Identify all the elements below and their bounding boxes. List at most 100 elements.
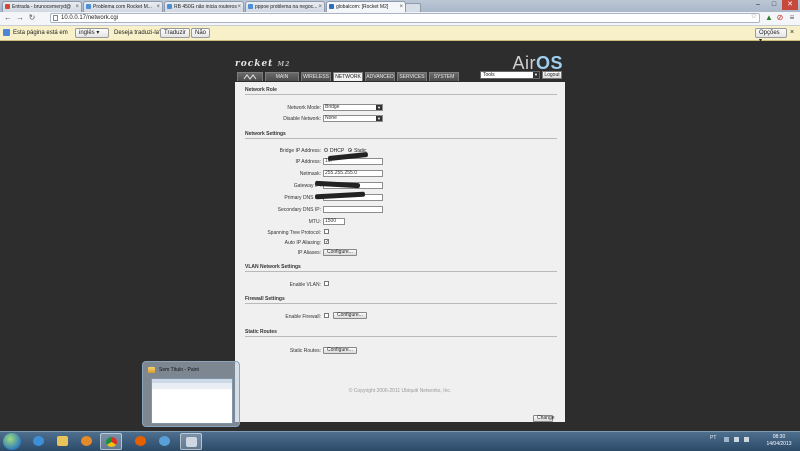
block-icon[interactable]: ⊘ [775,13,785,23]
browser-tab[interactable]: Entrada - brunocemeryd@ × [2,1,82,12]
section-divider [245,336,557,337]
chevron-down-icon: ▼ [376,105,382,110]
static-routes-configure-button[interactable]: Configure... [323,347,357,354]
back-icon[interactable]: ← [3,13,13,23]
ubiquiti-icon [243,74,257,80]
browser-tab-active[interactable]: globalcom: [Rocket M2] × [326,1,406,12]
tab-advanced[interactable]: ADVANCED [365,72,395,81]
clock[interactable]: 08:30 14/04/2013 [760,434,798,448]
dhcp-label: DHCP [330,148,345,154]
browser-tab-label: pppoe problema na negoc... [255,4,318,10]
network-settings-panel: Network Role Network Mode: Bridge ▼ Disa… [235,82,565,422]
media-player-icon[interactable] [76,433,98,450]
enable-firewall-checkbox[interactable] [324,313,329,318]
tab-system[interactable]: SYSTEM [429,72,459,81]
static-radio[interactable] [348,148,352,152]
stp-checkbox[interactable] [324,229,329,234]
minimize-button[interactable]: – [750,0,766,10]
tab-services[interactable]: SERVICES [397,72,427,81]
bookmark-star-icon[interactable]: ☆ [751,13,757,21]
language-value: inglês [79,30,95,36]
close-bar-icon[interactable]: × [790,26,794,40]
firefox-icon[interactable] [130,433,152,450]
tab-main[interactable]: MAIN [265,72,299,81]
ie-icon[interactable] [28,433,50,450]
airos-favicon-icon [329,4,334,9]
auto-ip-checkbox[interactable]: ✓ [324,239,329,245]
translate-question: Deseja traduzi-la? [114,30,163,36]
tools-select[interactable]: Tools ▼ [480,71,540,79]
forum-icon [167,4,172,9]
close-tab-icon[interactable]: × [156,2,160,12]
dhcp-radio[interactable] [324,148,328,152]
tab-wireless[interactable]: WIRELESS [301,72,331,81]
extension-icon[interactable]: ▲ [764,13,774,23]
language-select[interactable]: inglês ▾ [75,28,109,38]
paint-icon [148,367,155,373]
close-tab-icon[interactable]: × [75,2,79,12]
clock-time: 08:30 [772,434,786,440]
section-divider [245,138,557,139]
folder-icon[interactable] [52,433,74,450]
browser-tab[interactable]: Problema com Rocket M... × [83,1,163,12]
language-indicator[interactable]: PT [710,435,716,441]
disable-network-select[interactable]: None ▼ [323,115,383,122]
no-button[interactable]: Não [191,28,211,38]
brand-model-text: M2 [277,61,291,68]
paint-taskbar-icon[interactable] [180,433,202,450]
preview-ribbon [152,383,232,389]
options-button[interactable]: Opções ▾ [755,28,787,44]
close-tab-icon[interactable]: × [237,2,241,12]
copyright-text: © Copyright 2006-2011 Ubiquiti Networks,… [348,388,452,394]
section-title-network-settings: Network Settings [245,131,286,137]
firewall-configure-button[interactable]: Configure... [333,312,367,319]
tray-flag-icon[interactable] [724,437,729,442]
disable-network-value: None [325,115,337,121]
netmask-input[interactable]: 255.255.255.0 [323,170,383,177]
start-button[interactable] [3,433,21,450]
options-label: Opções [759,30,780,36]
close-tab-icon[interactable]: × [318,2,322,12]
ip-aliases-configure-button[interactable]: Configure... [323,249,357,256]
volume-tray-icon[interactable] [744,437,749,442]
forum-icon [86,4,91,9]
enable-vlan-label: Enable VLAN: [289,282,321,288]
forward-icon[interactable]: → [15,13,25,23]
enable-vlan-checkbox[interactable] [324,281,329,286]
address-bar-url: 10.0.0.17/network.cgi [61,15,119,21]
close-window-button[interactable]: ✕ [782,0,798,10]
address-bar[interactable]: 10.0.0.17/network.cgi ☆ [50,13,760,23]
reload-icon[interactable]: ↻ [27,13,37,23]
browser-tab-label: RB 450G não inicia routeros [174,4,237,10]
brand-logo-text: rocket [235,59,274,69]
maximize-button[interactable]: □ [766,0,782,10]
ip-aliases-label: IP Aliases: [297,250,321,256]
bridge-ip-label: Bridge IP Address: [279,148,321,154]
browser-tab[interactable]: pppoe problema na negoc... × [245,1,325,12]
network-mode-select[interactable]: Bridge ▼ [323,104,383,111]
section-divider [245,303,557,304]
browser-tab[interactable]: RB 450G não inicia routeros × [164,1,244,12]
network-tray-icon[interactable] [734,437,739,442]
forum-icon [248,4,253,9]
change-button[interactable]: Change [533,415,555,422]
mtu-input[interactable]: 1500 [323,218,345,225]
section-title-network-role: Network Role [245,87,277,93]
close-tab-icon[interactable]: × [399,2,403,12]
chevron-down-icon: ▼ [533,72,539,78]
browser-tab-label: Entrada - brunocemeryd@ [12,4,71,10]
translate-button[interactable]: Traduzir [160,28,190,38]
chrome-icon[interactable] [100,433,122,450]
section-title-vlan: VLAN Network Settings [245,264,301,270]
paint-window-preview[interactable]: Sem Título - Paint [142,361,240,427]
secondary-dns-input[interactable] [323,206,383,213]
tab-network[interactable]: NETWORK [333,72,363,81]
network-app-icon[interactable] [154,433,176,450]
windows-taskbar: PT 08:30 14/04/2013 [0,431,800,451]
logout-button[interactable]: Logout [542,71,562,79]
wrench-menu-icon[interactable]: ≡ [787,13,797,23]
tab-ubnt-logo[interactable] [237,72,263,81]
section-title-static-routes: Static Routes [245,329,277,335]
network-mode-label: Network Mode: [287,105,321,111]
page-icon [53,15,58,21]
